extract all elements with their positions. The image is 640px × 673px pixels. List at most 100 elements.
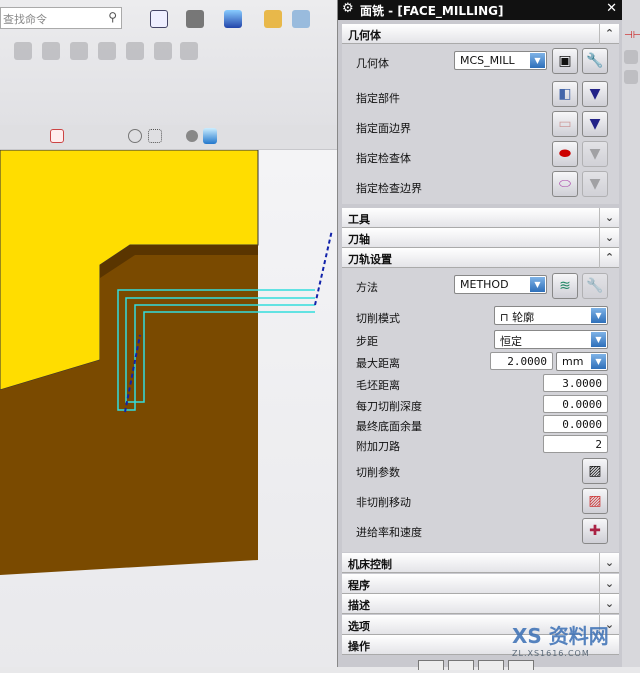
rect-select-icon[interactable] — [148, 129, 162, 143]
cut-pattern-value: 轮廓 — [512, 311, 535, 324]
graphics-viewport[interactable] — [0, 149, 337, 667]
chevron-down-icon: ▼ — [530, 277, 545, 292]
snap-icon[interactable] — [50, 129, 64, 143]
floor-stock-input[interactable]: 0.0000 — [543, 415, 608, 433]
chevron-down-icon[interactable]: ⌄ — [599, 574, 619, 594]
face-boundary-label: 指定面边界 — [356, 122, 411, 135]
check-boundary-label: 指定检查边界 — [356, 182, 422, 195]
shade-icon[interactable] — [186, 130, 198, 142]
cut-pattern-label: 切削模式 — [356, 312, 400, 325]
blank-distance-input[interactable]: 3.0000 — [543, 374, 608, 392]
cube-icon[interactable] — [203, 128, 217, 144]
display-check-body-button: ▼ — [582, 141, 608, 167]
cut-pattern-select[interactable]: ⊓ 轮廓 ▼ — [494, 306, 608, 325]
section-label: 刀轴 — [348, 233, 370, 246]
list-button[interactable] — [508, 660, 534, 670]
chevron-down-icon[interactable]: ⌄ — [599, 208, 619, 228]
select-check-body-button[interactable]: ⬬ — [552, 141, 578, 167]
tool-icon[interactable] — [70, 42, 88, 60]
cut-params-button[interactable]: ▨ — [582, 458, 608, 484]
tool-icon[interactable] — [98, 42, 116, 60]
close-icon[interactable]: ✕ — [606, 1, 617, 16]
section-description[interactable]: 描述 ⌄ — [342, 594, 619, 614]
select-check-boundary-button[interactable]: ⬭ — [552, 171, 578, 197]
watermark-logo: XS 资料网 ZL.XS1616.COM — [512, 624, 609, 658]
method-label: 方法 — [356, 281, 378, 294]
section-label: 程序 — [348, 579, 370, 592]
tool-icon[interactable] — [624, 70, 638, 84]
chevron-down-icon[interactable]: ⌄ — [599, 594, 619, 614]
circle-select-icon[interactable] — [128, 129, 142, 143]
chevron-down-icon[interactable]: ⌄ — [599, 553, 619, 573]
geometry-label: 几何体 — [356, 57, 389, 70]
display-part-button[interactable]: ▼ — [582, 81, 608, 107]
section-geometry[interactable]: 几何体 ⌃ — [342, 24, 619, 44]
chevron-up-icon[interactable]: ⌃ — [599, 248, 619, 268]
view-toolbar — [0, 125, 337, 150]
dimension-icon[interactable]: ⊣⊢ — [624, 30, 640, 42]
section-label: 几何体 — [348, 29, 381, 42]
tool-icon[interactable] — [180, 42, 198, 60]
method-select[interactable]: METHOD ▼ — [454, 275, 547, 294]
tool-icon[interactable] — [126, 42, 144, 60]
feeds-speeds-label: 进给率和速度 — [356, 526, 422, 539]
chevron-up-icon[interactable]: ⌃ — [599, 24, 619, 44]
non-cut-moves-label: 非切削移动 — [356, 496, 411, 509]
section-label: 操作 — [348, 640, 370, 653]
non-cut-moves-button[interactable]: ▨ — [582, 488, 608, 514]
edit-method-button[interactable]: ≋ — [552, 273, 578, 299]
section-label: 工具 — [348, 213, 370, 226]
display-check-boundary-button: ▼ — [582, 171, 608, 197]
section-tool-axis[interactable]: 刀轴 ⌄ — [342, 228, 619, 248]
chevron-down-icon[interactable]: ⌄ — [599, 228, 619, 248]
geometry-body: 几何体 MCS_MILL ▼ ▣ 🔧 指定部件 ◧ ▼ 指定面边界 ▭ ▼ 指定检… — [342, 44, 619, 204]
geometry-select[interactable]: MCS_MILL ▼ — [454, 51, 547, 70]
fit-view-icon[interactable] — [150, 10, 168, 28]
feeds-speeds-button[interactable]: ✚ — [582, 518, 608, 544]
extra-passes-input[interactable]: 2 — [543, 435, 608, 453]
unit-value: mm — [562, 355, 584, 368]
verify-button[interactable] — [478, 660, 504, 670]
extra-passes-label: 附加刀路 — [356, 440, 400, 453]
tool-icon[interactable] — [154, 42, 172, 60]
display-face-boundary-button[interactable]: ▼ — [582, 111, 608, 137]
part-model — [0, 149, 333, 575]
select-face-boundary-button[interactable]: ▭ — [552, 111, 578, 137]
select-part-button[interactable]: ◧ — [552, 81, 578, 107]
tool-icon[interactable] — [14, 42, 32, 60]
command-search[interactable]: 查找命令 ⚲ — [0, 7, 122, 29]
stepover-select[interactable]: 恒定 ▼ — [494, 330, 608, 349]
wcs-icon[interactable] — [292, 10, 310, 28]
section-machine-control[interactable]: 机床控制 ⌄ — [342, 553, 619, 573]
search-input[interactable]: 查找命令 — [3, 13, 47, 26]
new-geometry-button[interactable]: ▣ — [552, 48, 578, 74]
section-label: 刀轨设置 — [348, 253, 392, 266]
layer-icon[interactable] — [264, 10, 282, 28]
tool-icon[interactable] — [42, 42, 60, 60]
face-milling-dialog: ⚙ 面铣 - [FACE_MILLING] ✕ 几何体 ⌃ 几何体 MCS_MILL ▼… — [337, 0, 623, 667]
view-cube-icon[interactable] — [224, 10, 242, 28]
section-path-settings[interactable]: 刀轨设置 ⌃ — [342, 248, 619, 268]
render-style-icon[interactable] — [186, 10, 204, 28]
stepover-value: 恒定 — [500, 335, 522, 348]
blank-distance-label: 毛坯距离 — [356, 379, 400, 392]
replay-button[interactable] — [448, 660, 474, 670]
method-value: METHOD — [460, 278, 509, 291]
stepover-label: 步距 — [356, 335, 378, 348]
path-settings-body: 方法 METHOD ▼ ≋ 🔧 切削模式 ⊓ 轮廓 ▼ 步距 恒定 ▼ 最大距离 2.… — [342, 268, 619, 552]
geometry-value: MCS_MILL — [460, 54, 515, 67]
section-tool[interactable]: 工具 ⌄ — [342, 208, 619, 228]
chevron-down-icon: ▼ — [530, 53, 545, 68]
tool-icon[interactable] — [624, 50, 638, 64]
max-distance-input[interactable]: 2.0000 — [490, 352, 553, 370]
depth-per-cut-label: 每刀切削深度 — [356, 400, 422, 413]
depth-per-cut-input[interactable]: 0.0000 — [543, 395, 608, 413]
gear-icon[interactable]: ⚙ — [342, 1, 354, 16]
wrench-icon: 🔧 — [582, 273, 608, 299]
generate-button[interactable] — [418, 660, 444, 670]
check-body-label: 指定检查体 — [356, 152, 411, 165]
part-label: 指定部件 — [356, 92, 400, 105]
edit-geometry-button[interactable]: 🔧 — [582, 48, 608, 74]
section-program[interactable]: 程序 ⌄ — [342, 574, 619, 594]
unit-select[interactable]: mm ▼ — [556, 352, 608, 371]
